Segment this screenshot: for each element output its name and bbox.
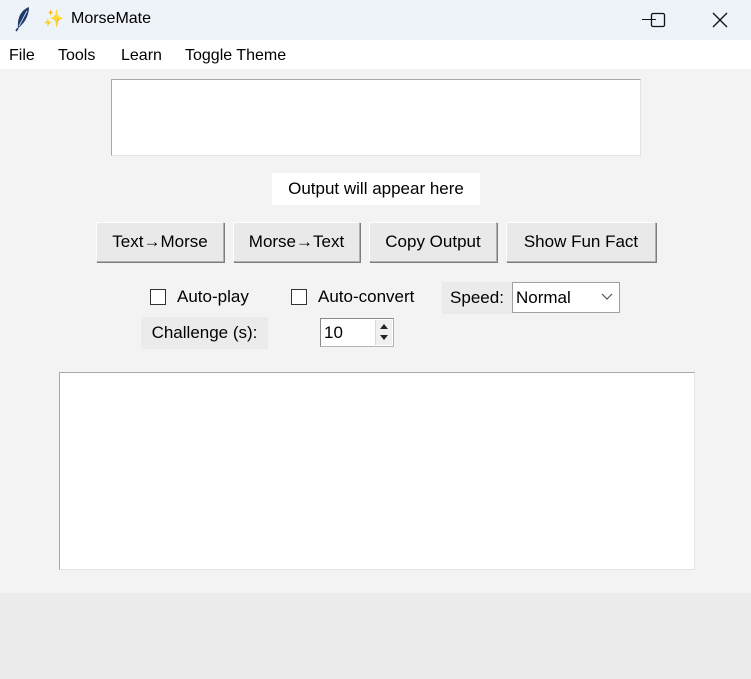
maximize-button[interactable] xyxy=(628,0,688,40)
auto-play-label[interactable]: Auto-play xyxy=(177,286,249,308)
title-bar: ✨ MorseMate xyxy=(0,0,751,40)
auto-convert-label[interactable]: Auto-convert xyxy=(318,286,414,308)
spin-up-icon[interactable] xyxy=(380,324,388,330)
challenge-value[interactable]: 10 xyxy=(324,322,343,344)
challenge-spinbox[interactable]: 10 xyxy=(320,318,394,347)
status-bar xyxy=(0,593,751,679)
close-icon xyxy=(712,12,728,28)
chevron-down-icon xyxy=(601,293,613,300)
copy-output-button[interactable]: Copy Output xyxy=(369,222,497,262)
menu-toggle-theme[interactable]: Toggle Theme xyxy=(185,47,286,65)
text-to-morse-button[interactable]: Text→Morse xyxy=(96,222,224,262)
sparkle-icon: ✨ xyxy=(43,9,65,29)
speed-selected-value: Normal xyxy=(516,288,571,307)
output-label: Output will appear here xyxy=(272,173,480,205)
maximize-icon xyxy=(650,12,666,28)
speed-label: Speed: xyxy=(442,282,512,314)
close-button[interactable] xyxy=(690,0,750,40)
auto-play-checkbox[interactable] xyxy=(150,289,166,305)
input-text-field[interactable] xyxy=(111,79,641,156)
show-fun-fact-button[interactable]: Show Fun Fact xyxy=(506,222,656,262)
menu-learn[interactable]: Learn xyxy=(121,47,162,65)
auto-convert-checkbox[interactable] xyxy=(291,289,307,305)
feather-icon xyxy=(12,6,34,32)
spin-arrows xyxy=(375,320,392,345)
window-title: MorseMate xyxy=(71,10,152,27)
menu-tools[interactable]: Tools xyxy=(58,47,95,65)
morse-to-text-button[interactable]: Morse→Text xyxy=(233,222,360,262)
challenge-label: Challenge (s): xyxy=(141,317,268,349)
menu-bar: File Tools Learn Toggle Theme xyxy=(0,40,751,69)
spin-down-icon[interactable] xyxy=(380,335,388,341)
log-text-area[interactable] xyxy=(59,372,695,570)
menu-file[interactable]: File xyxy=(9,47,35,65)
speed-select[interactable]: Normal xyxy=(512,282,620,313)
